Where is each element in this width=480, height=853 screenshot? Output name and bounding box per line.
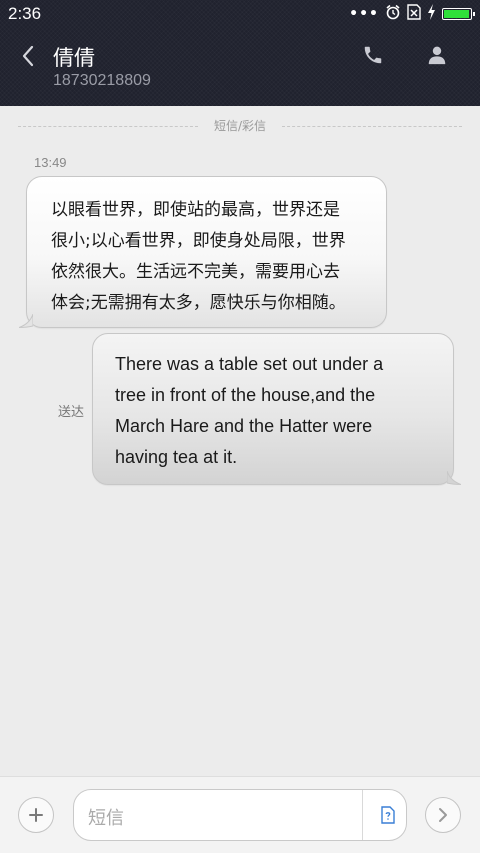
message-line: 体会;无需拥有太多，愿快乐与你相随。	[51, 293, 346, 313]
send-button[interactable]	[425, 797, 461, 833]
contact-name: 倩倩	[53, 46, 95, 70]
sim-card-icon	[381, 806, 395, 824]
sim-select-button[interactable]	[374, 800, 402, 830]
outgoing-message-bubble[interactable]: There was a table set out under a tree i…	[92, 333, 461, 485]
status-icons: •••	[349, 4, 475, 24]
send-arrow-icon	[439, 808, 447, 822]
battery-icon	[442, 8, 475, 20]
app-header: 2:36 ••• 倩倩 18730218809	[0, 0, 480, 106]
call-button[interactable]	[360, 42, 386, 68]
message-input[interactable]: 短信	[73, 789, 407, 841]
more-dots-icon: •••	[349, 6, 379, 22]
alarm-icon	[385, 4, 401, 24]
sim-error-icon	[407, 4, 421, 24]
status-time: 2:36	[8, 4, 42, 23]
message-line: There was a table set out under a	[115, 354, 384, 374]
message-timestamp: 13:49	[34, 155, 67, 170]
message-line: having tea at it.	[115, 447, 238, 467]
message-input-placeholder: 短信	[88, 808, 124, 829]
divider-line	[282, 126, 462, 127]
add-attachment-button[interactable]	[18, 797, 54, 833]
contact-details-button[interactable]	[424, 42, 450, 68]
divider-line	[18, 126, 198, 127]
message-line: March Hare and the Hatter were	[115, 416, 373, 436]
contact-phone-number: 18730218809	[53, 72, 151, 89]
charging-icon	[427, 4, 436, 24]
person-icon	[428, 46, 446, 65]
message-line: tree in front of the house,and the	[115, 385, 376, 405]
incoming-message-bubble[interactable]: 以眼看世界，即使站的最高，世界还是 很小;以心看世界，即使身处局限，世界 依然很…	[19, 176, 387, 328]
delivery-status: 送达	[58, 405, 85, 420]
phone-icon	[364, 46, 382, 64]
plus-icon	[29, 808, 43, 822]
back-button[interactable]	[14, 42, 42, 70]
message-line: 很小;以心看世界，即使身处局限，世界	[51, 231, 346, 251]
message-type-divider-label: 短信/彩信	[213, 119, 267, 133]
bubble-tail-icon	[19, 314, 33, 328]
message-input-bar: 短信	[0, 776, 480, 853]
battery-level-fill	[444, 10, 469, 18]
chevron-left-icon	[22, 45, 34, 67]
message-line: 以眼看世界，即使站的最高，世界还是	[51, 200, 340, 220]
bubble-tail-icon	[447, 471, 461, 485]
input-divider	[362, 790, 363, 840]
message-line: 依然很大。生活远不完美，需要用心去	[51, 262, 340, 282]
